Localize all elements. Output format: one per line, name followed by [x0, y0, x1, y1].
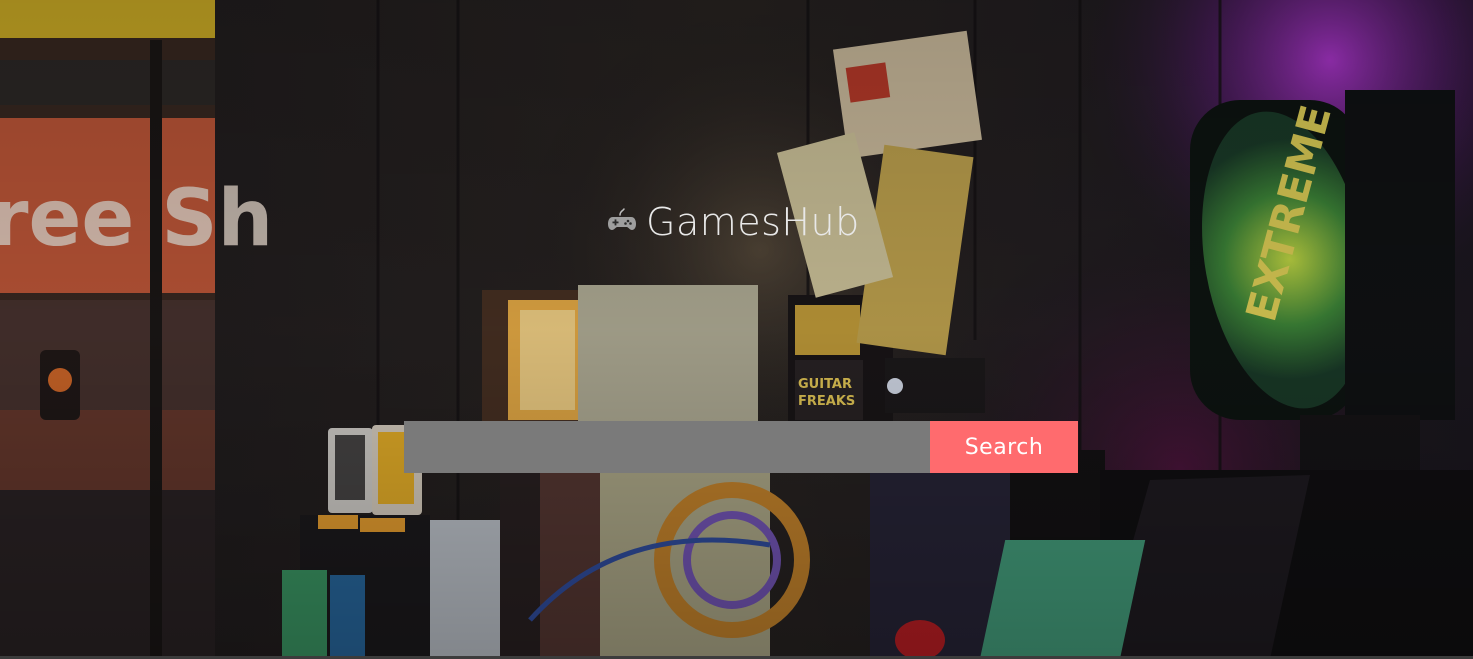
- site-brand[interactable]: GamesHub: [606, 196, 860, 248]
- search-button[interactable]: Search: [930, 421, 1078, 473]
- background-overlay: [0, 0, 1473, 659]
- search-input[interactable]: [404, 421, 930, 473]
- gamepad-icon: [608, 208, 636, 230]
- search-form: Search: [404, 421, 1078, 473]
- site-title: GamesHub: [646, 200, 860, 244]
- hero-section: ree Sh GUITAR FREAKS: [0, 0, 1473, 659]
